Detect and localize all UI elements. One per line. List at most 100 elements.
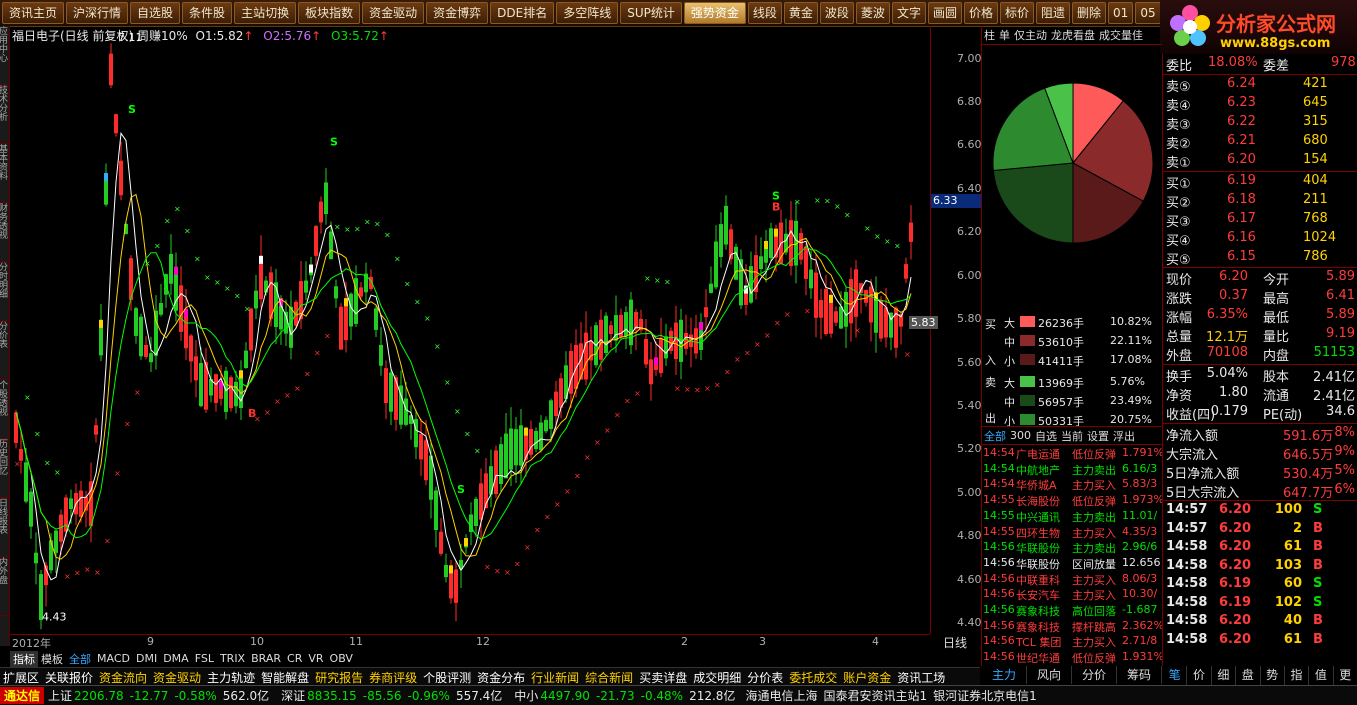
ask-row[interactable]: 卖④ 6.23 645 — [1163, 94, 1357, 114]
quote-tab-7[interactable]: 更 — [1334, 666, 1357, 685]
kline-chart-svg[interactable]: ×××××× × × ××××××××××××××××××××××××× × ×× ××××… — [10, 26, 930, 634]
func-tab-5[interactable]: 智能解盘 — [258, 669, 312, 686]
news-item[interactable]: 14:56 世纪华通 低位反弹 1.931% — [982, 649, 1162, 664]
func-tab-11[interactable]: 综合新闻 — [582, 669, 636, 686]
menu-item-9[interactable]: 多空阵线 — [556, 2, 619, 24]
func-tab-10[interactable]: 行业新闻 — [528, 669, 582, 686]
menu-item-1[interactable]: 沪深行情 — [66, 2, 129, 24]
indicator-1[interactable]: 模板 — [38, 651, 66, 667]
left-tab-2[interactable]: 基本资料 — [0, 144, 9, 203]
indicator-5[interactable]: DMA — [160, 652, 192, 665]
flow-tab-0[interactable]: 柱 — [982, 27, 997, 43]
indicator-2[interactable]: 全部 — [66, 651, 94, 667]
func-tab-13[interactable]: 成交明细 — [690, 669, 744, 686]
news-item[interactable]: 14:55 长海股份 低位反弹 1.973% — [982, 492, 1162, 507]
quote-tab-6[interactable]: 值 — [1309, 666, 1334, 685]
func-tab-16[interactable]: 账户资金 — [840, 669, 894, 686]
func-tab-0[interactable]: 扩展区 — [0, 669, 42, 686]
func-tab-6[interactable]: 研究报告 — [312, 669, 366, 686]
menu-item-22[interactable]: 01 — [1108, 2, 1134, 24]
news-item[interactable]: 14:54 广电运通 低位反弹 1.791% — [982, 445, 1162, 460]
bid-row[interactable]: 买① 6.19 404 — [1163, 172, 1357, 192]
news-tab-4[interactable]: 设置 — [1085, 428, 1111, 444]
mid-bottom-tab-0[interactable]: 主力 — [982, 666, 1027, 684]
news-tab-1[interactable]: 300 — [1008, 429, 1033, 442]
news-item[interactable]: 14:55 四环生物 主力买入 4.35/3 — [982, 524, 1162, 539]
menu-item-13[interactable]: 黄金 — [783, 2, 818, 24]
menu-item-18[interactable]: 价格 — [963, 2, 998, 24]
server-name-2[interactable]: 国泰君安资讯主站1 — [823, 687, 927, 704]
quote-tab-1[interactable]: 价 — [1187, 666, 1212, 685]
mid-bottom-tab-2[interactable]: 分价 — [1072, 666, 1117, 684]
menu-item-23[interactable]: 05 — [1135, 2, 1161, 24]
indicator-10[interactable]: VR — [305, 652, 326, 665]
indicator-0[interactable]: 指标 — [10, 650, 38, 667]
news-item[interactable]: 14:54 中航地产 主力卖出 6.16/3 — [982, 461, 1162, 476]
flow-tab-4[interactable]: 成交量佳 — [1097, 27, 1145, 43]
menu-item-0[interactable]: 资讯主页 — [2, 2, 65, 24]
news-tab-2[interactable]: 自选 — [1033, 428, 1059, 444]
indicator-8[interactable]: BRAR — [248, 652, 284, 665]
news-item[interactable]: 14:56 赛象科技 撑杆跳高 2.362% — [982, 618, 1162, 633]
menu-item-5[interactable]: 板块指数 — [298, 2, 361, 24]
ask-row[interactable]: 卖① 6.20 154 — [1163, 151, 1357, 171]
menu-item-11[interactable]: 强势资金 — [683, 2, 746, 24]
func-tab-12[interactable]: 买卖详盘 — [636, 669, 690, 686]
news-item[interactable]: 14:56 中联重科 主力买入 8.06/3 — [982, 571, 1162, 586]
left-tab-5[interactable]: 分价表 — [0, 321, 9, 380]
menu-item-2[interactable]: 自选股 — [130, 2, 181, 24]
bid-row[interactable]: 买④ 6.16 1024 — [1163, 229, 1357, 249]
menu-item-4[interactable]: 主站切换 — [234, 2, 297, 24]
left-tab-1[interactable]: 技术分析 — [0, 85, 9, 144]
menu-item-20[interactable]: 阻遗 — [1036, 2, 1071, 24]
quote-tab-2[interactable]: 细 — [1212, 666, 1237, 685]
quote-tab-3[interactable]: 盘 — [1236, 666, 1261, 685]
indicator-11[interactable]: OBV — [327, 652, 356, 665]
left-tab-8[interactable]: 日线报表 — [0, 498, 9, 557]
func-tab-15[interactable]: 委托成交 — [786, 669, 840, 686]
news-tab-3[interactable]: 当前 — [1059, 428, 1085, 444]
menu-item-17[interactable]: 画圆 — [927, 2, 962, 24]
indicator-9[interactable]: CR — [284, 652, 305, 665]
menu-item-19[interactable]: 标价 — [999, 2, 1034, 24]
news-item[interactable]: 14:55 中兴通讯 主力卖出 11.01/ — [982, 508, 1162, 523]
indicator-6[interactable]: FSL — [192, 652, 217, 665]
func-tab-17[interactable]: 资讯工场 — [894, 669, 948, 686]
left-tab-9[interactable]: 内外盘 — [0, 557, 9, 616]
ask-row[interactable]: 卖⑤ 6.24 421 — [1163, 75, 1357, 95]
func-tab-9[interactable]: 资金分布 — [474, 669, 528, 686]
indicator-7[interactable]: TRIX — [217, 652, 248, 665]
mid-bottom-tab-1[interactable]: 风向 — [1027, 666, 1072, 684]
left-tab-0[interactable]: 应用中心 — [0, 26, 9, 85]
left-tab-3[interactable]: 财务透视 — [0, 203, 9, 262]
menu-item-7[interactable]: 资金博弈 — [426, 2, 489, 24]
menu-item-12[interactable]: 线段 — [747, 2, 782, 24]
quote-tab-5[interactable]: 指 — [1285, 666, 1310, 685]
menu-item-3[interactable]: 条件股 — [182, 2, 233, 24]
menu-item-16[interactable]: 文字 — [891, 2, 926, 24]
ask-row[interactable]: 卖③ 6.22 315 — [1163, 113, 1357, 133]
menu-item-14[interactable]: 波段 — [819, 2, 854, 24]
menu-item-21[interactable]: 删除 — [1072, 2, 1107, 24]
period-label[interactable]: 日线 — [930, 634, 980, 650]
news-item[interactable]: 14:54 华侨城A 主力买入 5.83/3 — [982, 476, 1162, 491]
server-name-3[interactable]: 银河证券北京电信1 — [933, 687, 1037, 704]
news-item[interactable]: 14:56 长安汽车 主力买入 10.30/ — [982, 586, 1162, 601]
func-tab-8[interactable]: 个股评测 — [420, 669, 474, 686]
news-tab-5[interactable]: 浮出 — [1111, 428, 1137, 444]
indicator-4[interactable]: DMI — [133, 652, 160, 665]
bid-row[interactable]: 买⑤ 6.15 786 — [1163, 248, 1357, 268]
flow-tab-3[interactable]: 龙虎看盘 — [1049, 27, 1097, 43]
func-tab-3[interactable]: 资金驱动 — [150, 669, 204, 686]
news-item[interactable]: 14:56 TCL 集团 主力买入 2.71/8 — [982, 633, 1162, 648]
flow-tab-1[interactable]: 单 — [997, 27, 1012, 43]
bid-row[interactable]: 买② 6.18 211 — [1163, 191, 1357, 211]
news-item[interactable]: 14:56 赛象科技 高位回落 -1.687 — [982, 602, 1162, 617]
kline-chart[interactable]: × × × × × × × × × × × × × × × × × × × × × × × × × × × × × × × × × × × × × × × ×… — [10, 26, 930, 634]
left-tab-7[interactable]: 历史回忆 — [0, 439, 9, 498]
indicator-3[interactable]: MACD — [94, 652, 133, 665]
func-tab-1[interactable]: 关联报价 — [42, 669, 96, 686]
ask-row[interactable]: 卖② 6.21 680 — [1163, 132, 1357, 152]
menu-item-6[interactable]: 资金驱动 — [362, 2, 425, 24]
news-tab-0[interactable]: 全部 — [982, 428, 1008, 444]
